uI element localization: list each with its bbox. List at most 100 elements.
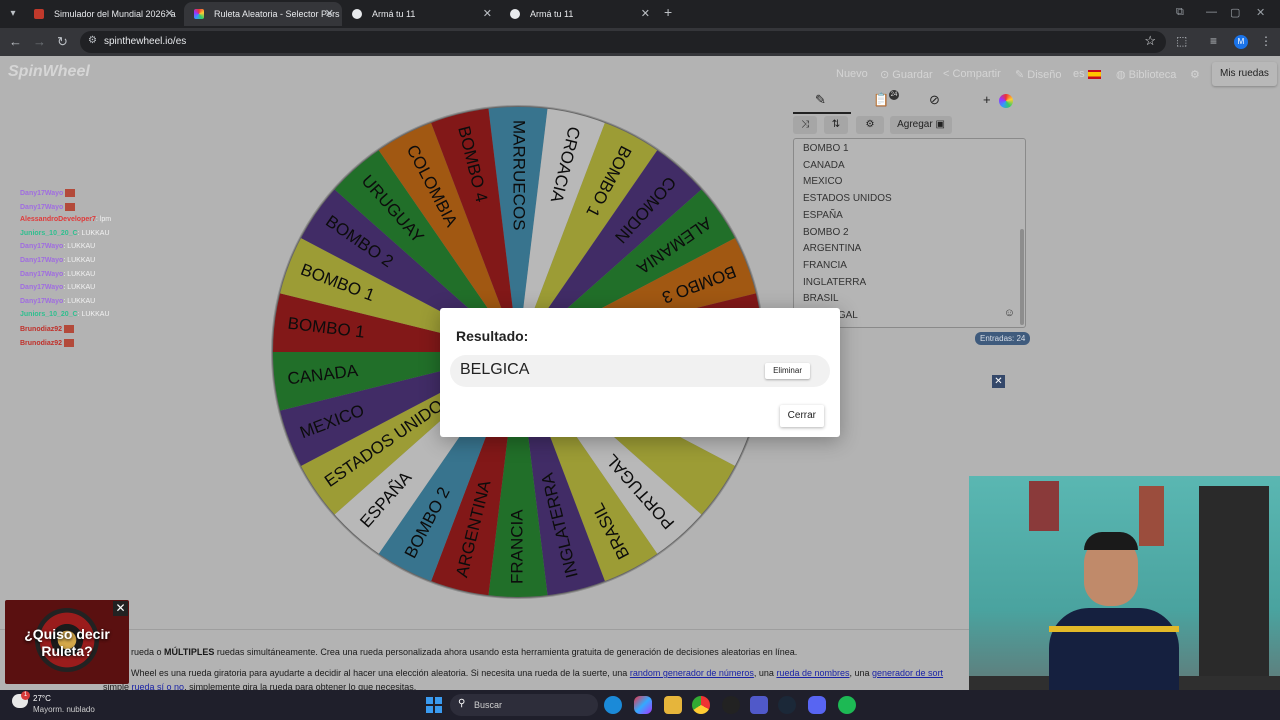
nav-compartir[interactable]: < Compartir — [943, 68, 1001, 80]
taskbar-search[interactable]: ⚲ Buscar — [450, 694, 598, 716]
entry-line: BOMBO 1 — [803, 143, 849, 154]
file-explorer-icon[interactable] — [664, 696, 682, 714]
tab-arma-tu-11-2[interactable]: Armá tu 11 ✕ — [500, 2, 658, 26]
link-nombres[interactable]: rueda de nombres — [776, 668, 849, 678]
chat-username: Dany17Wayo — [20, 189, 64, 197]
chat-emote-icon — [64, 338, 75, 347]
close-tab-icon[interactable]: ✕ — [165, 2, 174, 26]
close-small-icon[interactable]: ✕ — [992, 375, 1005, 388]
nav-compartir-label: Compartir — [952, 68, 1001, 80]
teams-icon[interactable] — [750, 696, 768, 714]
chat-text: : LUKKAU — [63, 284, 96, 292]
address-bar[interactable]: ⚙ spinthewheel.io/es ☆ — [80, 31, 1166, 53]
weather-condition[interactable]: Mayorm. nublado — [33, 705, 95, 714]
nav-biblioteca[interactable]: ◍ Biblioteca — [1116, 68, 1176, 81]
nav-guardar[interactable]: ⊙ Guardar — [880, 68, 933, 81]
roulette-ad[interactable]: ¿Quiso decir Ruleta? — [5, 600, 129, 684]
chat-message: AlessandroDeveloper7: lpm — [20, 216, 160, 230]
browser-toolbar: ← → ↻ ⚙ spinthewheel.io/es ☆ ⬚ ≡ ⋮ — [0, 28, 1280, 56]
spotify-icon[interactable] — [838, 696, 856, 714]
entry-line: BOMBO 2 — [803, 226, 849, 238]
close-tab-icon[interactable]: ✕ — [483, 2, 492, 26]
forward-icon[interactable]: → — [33, 34, 46, 49]
shuffle-button[interactable]: ⤨ — [793, 116, 817, 134]
hide-eye-icon[interactable]: ⊘ — [929, 92, 940, 108]
site-info-icon[interactable]: ⚙ — [88, 35, 97, 46]
doorway — [1199, 486, 1269, 686]
discord-icon[interactable] — [808, 696, 826, 714]
copilot-icon[interactable] — [634, 696, 652, 714]
menu-icon[interactable]: ⋮ — [1260, 34, 1272, 48]
desc-text: , simplemente gira la rueda para obtener… — [184, 682, 417, 690]
link-sorteo[interactable]: generador de sort — [872, 668, 943, 678]
tab-ruleta[interactable]: Ruleta Aleatoria - Selector Pers ✕ — [184, 2, 342, 26]
reload-icon[interactable]: ↻ — [57, 34, 68, 50]
color-wheel-icon[interactable] — [999, 94, 1013, 108]
edge-icon[interactable] — [604, 696, 622, 714]
chat-message: Dany17Wayo — [20, 202, 160, 217]
results-clipboard-icon[interactable]: 📋 — [873, 92, 889, 108]
edit-pencil-icon[interactable]: ✎ — [815, 92, 826, 108]
profile-avatar[interactable]: M — [1234, 35, 1248, 49]
chat-text: : LUKKAU — [77, 311, 110, 319]
bookmark-star-icon[interactable]: ☆ — [1144, 33, 1156, 49]
chat-text: : LUKKAU — [63, 270, 96, 278]
desc-text: , una — [849, 668, 873, 678]
entries-textarea[interactable]: ☺ BOMBO 1 CANADA MEXICO ESTADOS UNIDOS ESPAÑ… — [793, 138, 1026, 328]
language-label: es — [1073, 68, 1085, 80]
close-ad-icon[interactable]: ✕ — [113, 601, 128, 616]
add-image-label: Agregar — [897, 119, 933, 130]
close-tab-icon[interactable]: ✕ — [641, 2, 650, 26]
minimize-icon[interactable]: — — [1206, 6, 1217, 18]
chat-text: : LUKKAU — [77, 229, 110, 237]
description-line: rueda o MÚLTIPLES ruedas simultáneamente… — [131, 647, 797, 657]
search-label: Buscar — [474, 700, 503, 710]
new-tab-icon[interactable]: + — [664, 4, 672, 20]
steam-icon[interactable] — [778, 696, 796, 714]
windows-start-icon[interactable] — [426, 697, 442, 713]
tab-title: Ruleta Aleatoria - Selector Pers — [214, 9, 340, 19]
close-button[interactable]: Cerrar — [779, 405, 824, 427]
reading-list-icon[interactable]: ≡ — [1210, 34, 1217, 48]
tab-arma-tu-11[interactable]: Armá tu 11 ✕ — [342, 2, 500, 26]
tab-favicon — [34, 9, 44, 19]
chrome-icon[interactable] — [692, 696, 710, 714]
chat-emote-icon — [64, 324, 75, 333]
tab-title: Armá tu 11 — [530, 9, 574, 19]
extensions-icon[interactable]: ⬚ — [1176, 34, 1187, 48]
maximize-icon[interactable]: ▢ — [1230, 6, 1240, 19]
entry-line: BRASIL — [803, 293, 839, 305]
entry-line: FRANCIA — [803, 259, 847, 271]
result-title: Resultado: — [456, 328, 529, 344]
nav-nuevo[interactable]: Nuevo — [836, 68, 868, 80]
tab-groups-icon[interactable]: ⧉ — [1176, 6, 1184, 19]
nav-diseno[interactable]: ✎ Diseño — [1015, 68, 1062, 81]
add-icon[interactable]: + — [983, 92, 991, 107]
chat-username: Dany17Wayo — [20, 270, 64, 278]
link-si-o-no[interactable]: rueda sí o no — [132, 682, 185, 690]
mis-ruedas-button[interactable]: Mis ruedas — [1212, 62, 1277, 86]
add-image-button[interactable]: Agregar ▣ — [890, 116, 952, 134]
url-text: spinthewheel.io/es — [104, 36, 187, 47]
advanced-button[interactable]: ⚙ — [856, 116, 884, 134]
weather-temperature[interactable]: 27°C — [33, 694, 51, 703]
chat-username: Brunodiaz92 — [20, 325, 63, 333]
app-icon[interactable] — [722, 696, 740, 714]
back-icon[interactable]: ← — [9, 34, 22, 49]
nav-language[interactable]: es — [1073, 68, 1101, 80]
sort-icon: ⇅ — [831, 119, 841, 130]
entries-scrollbar[interactable] — [1020, 229, 1024, 325]
site-logo[interactable]: SpinWheel — [8, 63, 90, 81]
nav-biblioteca-label: Biblioteca — [1128, 69, 1177, 81]
tab-search-icon[interactable]: ▾ — [4, 5, 22, 23]
settings-gear-icon[interactable]: ⚙ — [1190, 68, 1200, 81]
nav-diseno-label: Diseño — [1027, 69, 1062, 81]
link-numeros[interactable]: random generador de números — [630, 668, 754, 678]
close-window-icon[interactable]: ✕ — [1256, 6, 1265, 19]
chat-username: Dany17Wayo — [20, 284, 64, 292]
remove-button[interactable]: Eliminar — [765, 363, 810, 379]
emoji-icon[interactable]: ☺ — [1004, 307, 1015, 319]
sort-button[interactable]: ⇅ — [824, 116, 848, 134]
close-tab-icon[interactable]: ✕ — [325, 2, 334, 26]
tab-simulador[interactable]: Simulador del Mundial 2026: a ✕ — [24, 2, 182, 26]
